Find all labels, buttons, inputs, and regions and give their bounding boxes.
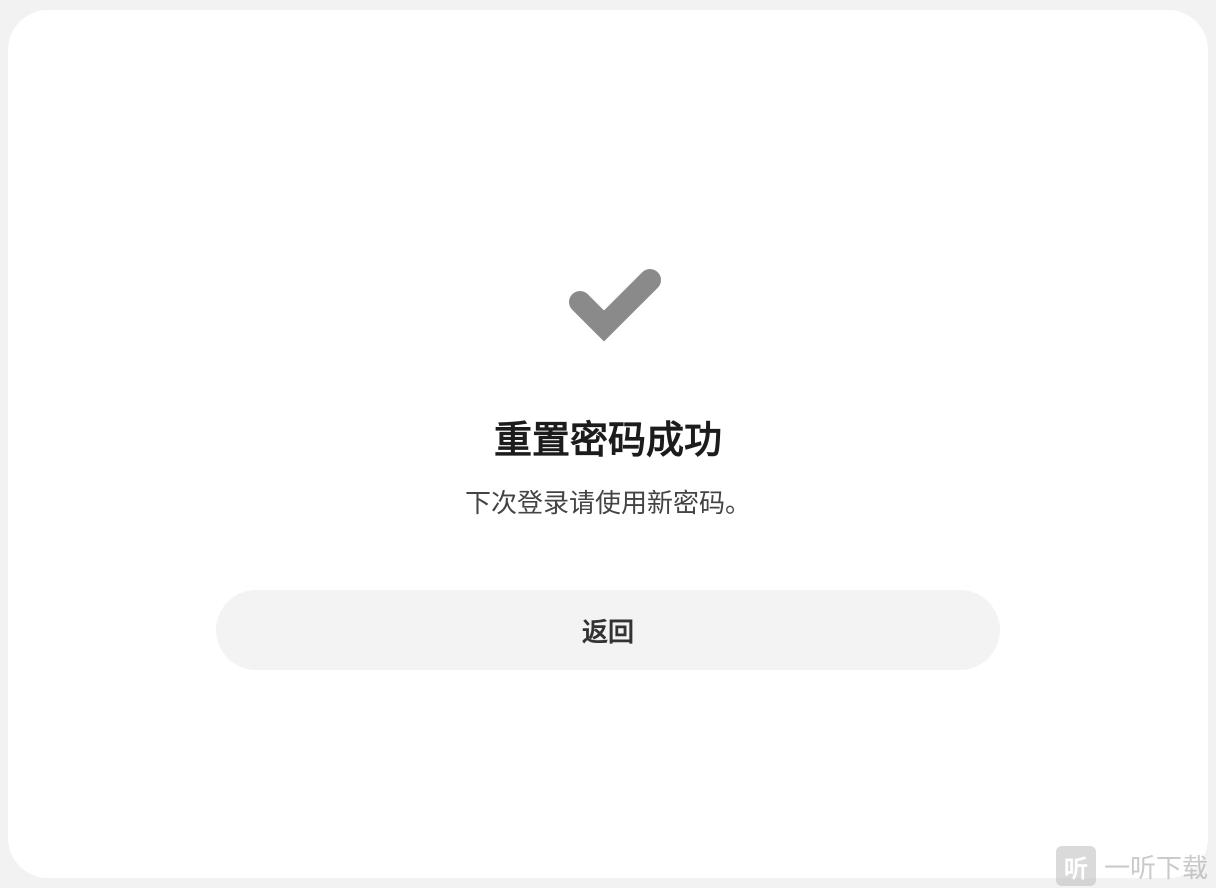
success-card: 重置密码成功 下次登录请使用新密码。 返回 <box>8 10 1208 878</box>
back-button[interactable]: 返回 <box>216 590 1000 670</box>
success-message: 下次登录请使用新密码。 <box>464 489 751 519</box>
page-title: 重置密码成功 <box>493 418 722 462</box>
back-button-label: 返回 <box>581 617 634 648</box>
watermark-text: 一听下载 <box>1104 853 1209 884</box>
watermark-logo: 听 <box>1056 846 1096 886</box>
checkmark-icon <box>569 269 661 342</box>
watermark: 听 一听下载 <box>1056 846 1208 886</box>
